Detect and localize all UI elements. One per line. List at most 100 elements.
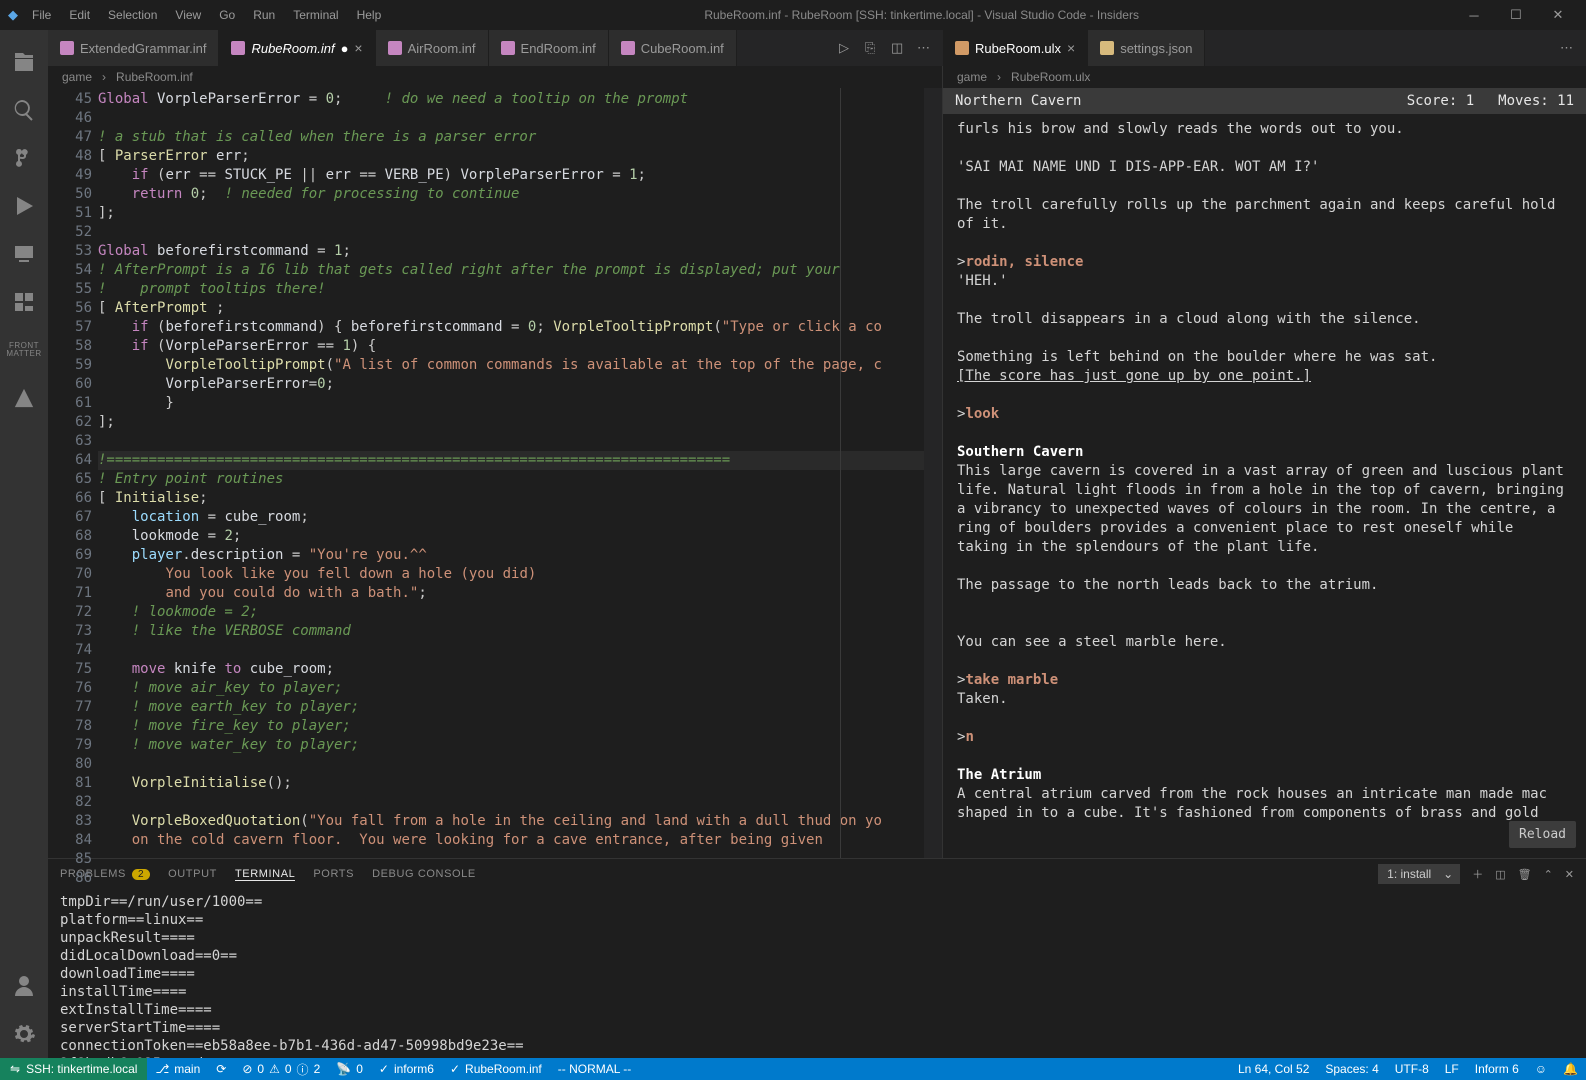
- warning-icon: ⚠: [269, 1062, 280, 1076]
- breadcrumb-left[interactable]: game RubeRoom.inf: [48, 66, 942, 88]
- maximize-button[interactable]: ☐: [1496, 1, 1536, 29]
- breadcrumb-segment[interactable]: RubeRoom.ulx: [1011, 70, 1090, 84]
- transcript-line: furls his brow and slowly reads the word…: [957, 120, 1572, 139]
- breadcrumb-segment[interactable]: game: [957, 70, 987, 84]
- settings-gear-icon[interactable]: [0, 1010, 48, 1058]
- status-remote[interactable]: ⇋ SSH: tinkertime.local: [0, 1058, 147, 1080]
- menu-terminal[interactable]: Terminal: [285, 6, 346, 24]
- transcript-line: >n: [957, 728, 1572, 747]
- menu-view[interactable]: View: [167, 6, 209, 24]
- tab-close-icon[interactable]: ×: [1067, 41, 1075, 55]
- tab-cuberoom-inf[interactable]: CubeRoom.inf: [609, 30, 737, 66]
- front-matter-icon[interactable]: FRONTMATTER: [0, 326, 48, 374]
- inf-file-icon: [388, 41, 402, 55]
- status-problems[interactable]: ⊘0 ⚠0 ⓘ2: [234, 1061, 328, 1078]
- terminal-line: unpackResult====: [60, 929, 1574, 947]
- terminal-line: extInstallTime====: [60, 1001, 1574, 1019]
- status-encoding[interactable]: UTF-8: [1387, 1062, 1437, 1076]
- json-file-icon: [1100, 41, 1114, 55]
- menu-file[interactable]: File: [24, 6, 59, 24]
- tab-settings-json[interactable]: settings.json: [1088, 30, 1205, 66]
- ulx-file-icon: [955, 41, 969, 55]
- remote-explorer-icon[interactable]: [0, 230, 48, 278]
- status-language[interactable]: Inform 6: [1467, 1062, 1527, 1076]
- breadcrumb-sep-icon: [993, 70, 1005, 84]
- status-task[interactable]: ✓ inform6: [371, 1062, 442, 1076]
- terminal-kill-icon[interactable]: 🗑: [1518, 868, 1532, 881]
- terminal-line: didLocalDownload==0==: [60, 947, 1574, 965]
- tab-endroom-inf[interactable]: EndRoom.inf: [489, 30, 609, 66]
- terminal-line: connectionToken==eb58a8ee-b7b1-436d-ad47…: [60, 1037, 1574, 1055]
- tab-airroom-inf[interactable]: AirRoom.inf: [376, 30, 489, 66]
- transcript-line: 'HEH.': [957, 272, 1572, 291]
- terminal-output[interactable]: tmpDir==/run/user/1000==platform==linux=…: [48, 889, 1586, 1058]
- minimize-button[interactable]: ─: [1454, 1, 1494, 29]
- transcript-line: >rodin, silence: [957, 253, 1572, 272]
- tab-close-icon[interactable]: ×: [354, 41, 362, 55]
- menu-edit[interactable]: Edit: [61, 6, 98, 24]
- explorer-icon[interactable]: [0, 38, 48, 86]
- breadcrumb-right[interactable]: game RubeRoom.ulx: [943, 66, 1586, 88]
- error-icon: ⊘: [242, 1062, 252, 1076]
- remote-icon: ⇋: [10, 1062, 20, 1076]
- panel-tab-ports[interactable]: PORTS: [313, 868, 354, 880]
- close-window-button[interactable]: ✕: [1538, 1, 1578, 29]
- status-sync[interactable]: ⟳: [208, 1062, 234, 1076]
- status-feedback-icon[interactable]: ☺: [1527, 1062, 1555, 1076]
- menu-go[interactable]: Go: [211, 6, 243, 24]
- run-icon[interactable]: ▷: [839, 40, 855, 56]
- status-indent[interactable]: Spaces: 4: [1317, 1062, 1386, 1076]
- tab-label: EndRoom.inf: [521, 41, 596, 56]
- panel-tab-debug[interactable]: DEBUG CONSOLE: [372, 868, 476, 880]
- run-debug-icon[interactable]: [0, 182, 48, 230]
- tab-ruberoom-inf[interactable]: RubeRoom.inf●×: [219, 30, 375, 66]
- tab-ruberoom-ulx[interactable]: RubeRoom.ulx ×: [943, 30, 1088, 66]
- inf-file-icon: [621, 41, 635, 55]
- breadcrumb-segment[interactable]: RubeRoom.inf: [116, 70, 193, 84]
- status-file-ok[interactable]: ✓ RubeRoom.inf: [442, 1062, 550, 1076]
- transcript-line: Southern Cavern: [957, 443, 1572, 462]
- panel-tab-terminal[interactable]: TERMINAL: [235, 868, 295, 881]
- status-ports[interactable]: 📡0: [328, 1062, 371, 1076]
- minimap[interactable]: [924, 88, 942, 858]
- accounts-icon[interactable]: [0, 962, 48, 1010]
- azure-icon[interactable]: [0, 374, 48, 422]
- game-transcript[interactable]: furls his brow and slowly reads the word…: [943, 114, 1586, 858]
- terminal-line: installTime====: [60, 983, 1574, 1001]
- transcript-line: [957, 234, 1572, 253]
- panel-close-icon[interactable]: ✕: [1565, 868, 1574, 881]
- panel-maximize-icon[interactable]: ⌃: [1544, 868, 1553, 881]
- tab-extendedgrammar-inf[interactable]: ExtendedGrammar.inf: [48, 30, 219, 66]
- status-eol[interactable]: LF: [1437, 1062, 1467, 1076]
- transcript-line: 'SAI MAI NAME UND I DIS-APP-EAR. WOT AM …: [957, 158, 1572, 177]
- tab-label: settings.json: [1120, 41, 1192, 56]
- menu-help[interactable]: Help: [349, 6, 390, 24]
- menu-selection[interactable]: Selection: [100, 6, 165, 24]
- transcript-line: The troll disappears in a cloud along wi…: [957, 310, 1572, 329]
- diff-icon[interactable]: ⎘: [865, 40, 881, 56]
- panel-tab-output[interactable]: OUTPUT: [168, 868, 217, 880]
- search-icon[interactable]: [0, 86, 48, 134]
- transcript-line: A central atrium carved from the rock ho…: [957, 785, 1572, 823]
- code-editor[interactable]: Global VorpleParserError = 0; ! do we ne…: [98, 88, 942, 858]
- title-bar: ◆ FileEditSelectionViewGoRunTerminalHelp…: [0, 0, 1586, 30]
- branch-name: main: [174, 1062, 200, 1076]
- terminal-line: tmpDir==/run/user/1000==: [60, 893, 1574, 911]
- menu-run[interactable]: Run: [245, 6, 283, 24]
- tab-label: RubeRoom.ulx: [975, 41, 1061, 56]
- extensions-icon[interactable]: [0, 278, 48, 326]
- reload-button[interactable]: Reload: [1509, 821, 1576, 848]
- status-branch[interactable]: ⎇ main: [147, 1062, 208, 1076]
- source-control-icon[interactable]: [0, 134, 48, 182]
- breadcrumb-segment[interactable]: game: [62, 70, 92, 84]
- status-bell-icon[interactable]: 🔔: [1555, 1062, 1586, 1076]
- transcript-line: Taken.: [957, 690, 1572, 709]
- status-cursor[interactable]: Ln 64, Col 52: [1230, 1062, 1317, 1076]
- terminal-new-icon[interactable]: ＋: [1472, 866, 1483, 882]
- terminal-split-icon[interactable]: ◫: [1495, 868, 1505, 881]
- status-bar: ⇋ SSH: tinkertime.local ⎇ main ⟳ ⊘0 ⚠0 ⓘ…: [0, 1058, 1586, 1080]
- split-editor-icon[interactable]: ◫: [891, 40, 907, 56]
- more-icon[interactable]: ⋯: [917, 40, 933, 56]
- terminal-task-select[interactable]: 1: install: [1378, 864, 1460, 884]
- more-icon[interactable]: ⋯: [1560, 40, 1576, 56]
